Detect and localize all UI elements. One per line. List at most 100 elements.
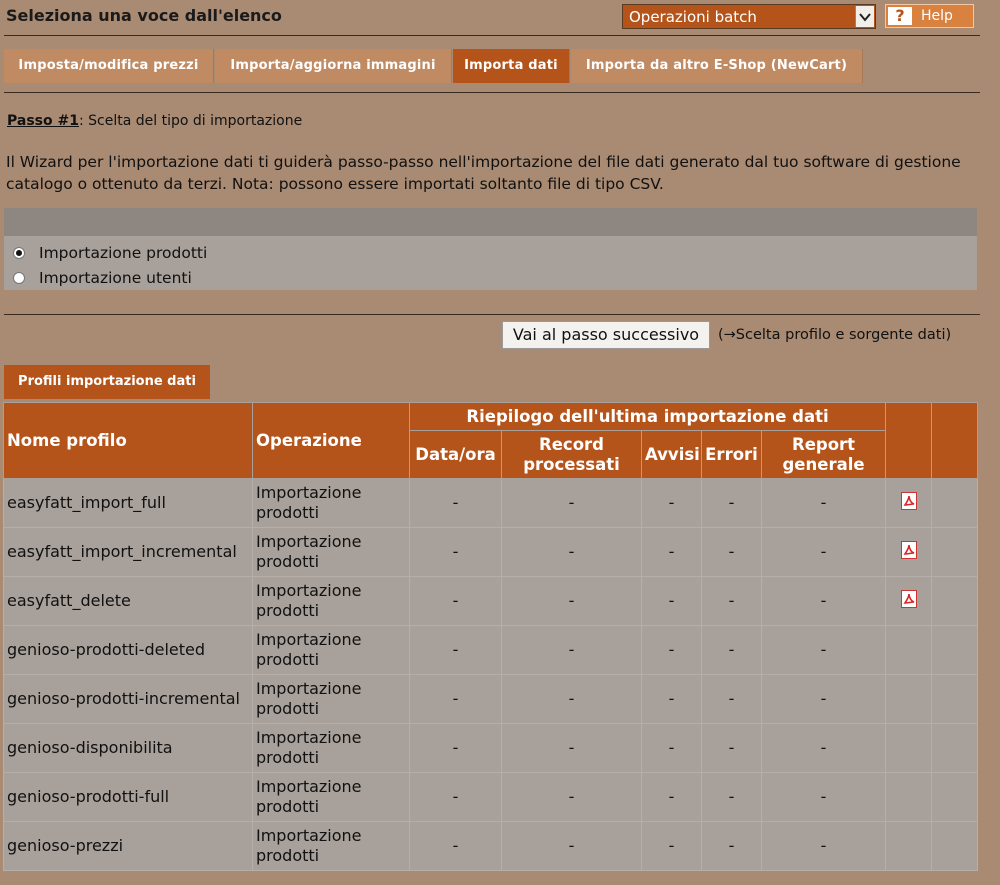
page-title: Seleziona una voce dall'elenco <box>6 6 282 25</box>
profile-name[interactable]: easyfatt_delete <box>3 576 253 626</box>
cell-records: - <box>501 821 642 871</box>
cell-datetime: - <box>409 576 502 626</box>
cell-warnings: - <box>641 576 702 626</box>
top-bar: Seleziona una voce dall'elenco Operazion… <box>0 0 1000 33</box>
cell-errors: - <box>701 576 762 626</box>
col-header-records: Record processati <box>501 430 642 479</box>
radio-importazione-utenti[interactable]: Importazione utenti <box>13 269 192 287</box>
table-row: genioso-prodotti-full Importazione prodo… <box>3 772 979 822</box>
next-step-button[interactable]: Vai al passo successivo <box>502 321 710 349</box>
cell-errors: - <box>701 625 762 675</box>
divider <box>4 35 980 36</box>
radio-button-checked[interactable] <box>13 247 25 259</box>
intro-text: Il Wizard per l'importazione dati ti gui… <box>6 153 961 193</box>
tab-imposta-modifica-prezzi[interactable]: Imposta/modifica prezzi <box>4 49 214 83</box>
col-header-empty <box>885 402 933 479</box>
cell-pdf <box>885 527 933 577</box>
cell-warnings: - <box>641 723 702 773</box>
profile-name[interactable]: genioso-prodotti-deleted <box>3 625 253 675</box>
step-label: Passo #1 <box>7 113 79 129</box>
pdf-icon[interactable] <box>900 540 917 559</box>
profile-operation: Importazione prodotti <box>252 576 410 626</box>
table-row: genioso-prodotti-deleted Importazione pr… <box>3 625 979 675</box>
help-label: Help <box>921 8 953 24</box>
cell-errors: - <box>701 723 762 773</box>
profile-operation: Importazione prodotti <box>252 772 410 822</box>
radio-label: Importazione prodotti <box>39 244 208 262</box>
profile-name[interactable]: genioso-prezzi <box>3 821 253 871</box>
profile-operation: Importazione prodotti <box>252 527 410 577</box>
cell-records: - <box>501 723 642 773</box>
cell-records: - <box>501 674 642 724</box>
table-row: genioso-prezzi Importazione prodotti - -… <box>3 821 979 871</box>
cell-errors: - <box>701 772 762 822</box>
cell-datetime: - <box>409 821 502 871</box>
cell-errors: - <box>701 527 762 577</box>
cell-pdf <box>885 478 933 528</box>
cell-records: - <box>501 478 642 528</box>
cell-report: - <box>760 478 887 528</box>
cell-pdf <box>885 723 933 773</box>
profile-operation: Importazione prodotti <box>252 478 410 528</box>
cell-empty <box>931 576 979 626</box>
col-header-empty <box>931 402 979 479</box>
tab-importa-aggiorna-immagini[interactable]: Importa/aggiorna immagini <box>215 49 452 83</box>
cell-report: - <box>760 625 887 675</box>
cell-warnings: - <box>641 821 702 871</box>
cell-datetime: - <box>409 723 502 773</box>
col-header-summary: Riepilogo dell'ultima importazione dati <box>408 402 887 431</box>
tab-importa-dati[interactable]: Importa dati <box>453 49 570 83</box>
cell-empty <box>931 625 979 675</box>
cell-report: - <box>760 576 887 626</box>
chevron-down-icon[interactable] <box>855 6 874 27</box>
cell-datetime: - <box>409 478 502 528</box>
cell-datetime: - <box>409 625 502 675</box>
cell-datetime: - <box>409 527 502 577</box>
profile-operation: Importazione prodotti <box>252 723 410 773</box>
cell-errors: - <box>701 674 762 724</box>
col-header-datetime: Data/ora <box>409 430 502 479</box>
cell-errors: - <box>701 478 762 528</box>
cell-pdf <box>885 772 933 822</box>
step-heading: Passo #1: Scelta del tipo di importazion… <box>7 113 302 129</box>
cell-empty <box>931 527 979 577</box>
pdf-icon[interactable] <box>900 491 917 510</box>
cell-empty <box>931 478 979 528</box>
table-row: genioso-prodotti-incremental Importazion… <box>3 674 979 724</box>
cell-datetime: - <box>409 772 502 822</box>
cell-pdf <box>885 674 933 724</box>
radio-importazione-prodotti[interactable]: Importazione prodotti <box>13 244 207 262</box>
profile-name[interactable]: genioso-prodotti-full <box>3 772 253 822</box>
tab-importa-da-altro-eshop[interactable]: Importa da altro E-Shop (NewCart) <box>571 49 863 83</box>
cell-warnings: - <box>641 527 702 577</box>
cell-records: - <box>501 576 642 626</box>
tab-profili-importazione[interactable]: Profili importazione dati <box>4 365 210 399</box>
cell-pdf <box>885 625 933 675</box>
profile-operation: Importazione prodotti <box>252 674 410 724</box>
batch-select-value: Operazioni batch <box>629 8 757 26</box>
col-header-name: Nome profilo <box>3 402 253 479</box>
pdf-icon[interactable] <box>900 589 917 608</box>
profile-name[interactable]: genioso-prodotti-incremental <box>3 674 253 724</box>
cell-empty <box>931 674 979 724</box>
col-header-operation: Operazione <box>252 402 410 479</box>
cell-empty <box>931 821 979 871</box>
profile-name[interactable]: easyfatt_import_incremental <box>3 527 253 577</box>
cell-datetime: - <box>409 674 502 724</box>
table-row: easyfatt_import_incremental Importazione… <box>3 527 979 577</box>
options-header-bar <box>4 208 977 236</box>
cell-warnings: - <box>641 478 702 528</box>
table-row: genioso-disponibilita Importazione prodo… <box>3 723 979 773</box>
cell-records: - <box>501 772 642 822</box>
batch-operations-select[interactable]: Operazioni batch <box>622 4 876 29</box>
table-row: easyfatt_delete Importazione prodotti - … <box>3 576 979 626</box>
radio-button[interactable] <box>13 272 25 284</box>
profile-name[interactable]: genioso-disponibilita <box>3 723 253 773</box>
divider <box>4 314 980 315</box>
help-button[interactable]: ? Help <box>885 4 974 28</box>
cell-empty <box>931 723 979 773</box>
profile-name[interactable]: easyfatt_import_full <box>3 478 253 528</box>
cell-pdf <box>885 576 933 626</box>
profiles-table: Nome profilo Operazione Riepilogo dell'u… <box>3 402 979 871</box>
col-header-warnings: Avvisi <box>641 430 702 479</box>
